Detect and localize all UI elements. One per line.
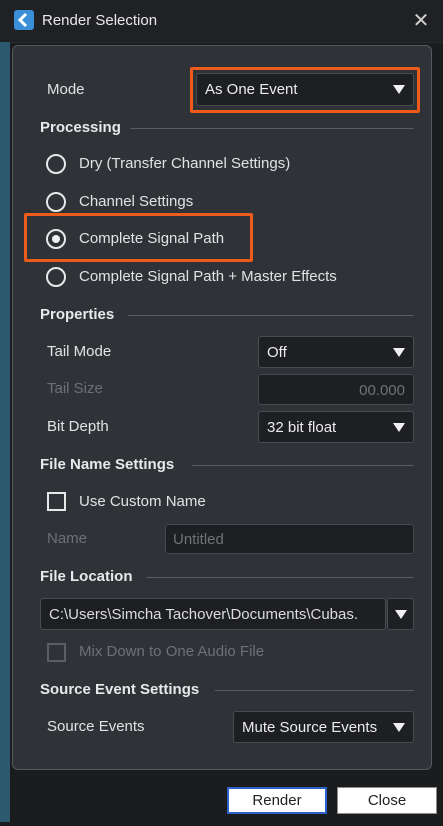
bit-depth-dropdown[interactable]: 32 bit float: [258, 411, 414, 443]
source-events-dropdown[interactable]: Mute Source Events: [233, 711, 414, 743]
close-button[interactable]: Close: [337, 787, 437, 814]
radio-master-effects-label: Complete Signal Path + Master Effects: [79, 268, 337, 285]
use-custom-name-label: Use Custom Name: [79, 493, 206, 510]
mode-dropdown[interactable]: As One Event: [196, 73, 414, 106]
background-strip: [0, 42, 10, 822]
tail-size-field[interactable]: 00.000: [258, 374, 414, 405]
mix-down-checkbox[interactable]: [47, 643, 66, 662]
radio-complete-signal-path-label: Complete Signal Path: [79, 230, 225, 247]
radio-selected-dot: [52, 235, 60, 243]
file-name-heading: File Name Settings: [40, 456, 175, 473]
cubase-app-icon: [14, 10, 34, 30]
radio-master-effects[interactable]: [46, 267, 66, 287]
chevron-down-icon: [393, 423, 405, 432]
radio-complete-signal-path[interactable]: [46, 229, 66, 249]
chevron-down-icon: [395, 610, 407, 619]
source-events-value: Mute Source Events: [242, 719, 378, 736]
radio-channel-settings[interactable]: [46, 192, 66, 212]
divider: [130, 128, 414, 129]
tail-size-value: 00.000: [359, 382, 405, 399]
source-heading: Source Event Settings: [40, 681, 200, 698]
window-title: Render Selection: [42, 12, 158, 29]
mode-label: Mode: [47, 81, 85, 98]
radio-channel-settings-label: Channel Settings: [79, 193, 194, 210]
chevron-down-icon: [393, 348, 405, 357]
close-icon[interactable]: ✕: [409, 9, 433, 33]
tail-mode-label: Tail Mode: [47, 343, 112, 360]
tail-size-label: Tail Size: [47, 380, 103, 397]
tail-mode-dropdown[interactable]: Off: [258, 336, 414, 368]
name-placeholder: Untitled: [173, 531, 224, 548]
dialog-panel: [12, 45, 432, 770]
mix-down-label: Mix Down to One Audio File: [79, 643, 265, 660]
use-custom-name-checkbox[interactable]: [47, 492, 66, 511]
tail-mode-value: Off: [267, 344, 287, 361]
file-location-dropdown-button[interactable]: [387, 598, 414, 630]
divider: [192, 465, 414, 466]
file-location-heading: File Location: [40, 568, 133, 585]
name-label: Name: [47, 530, 88, 547]
chevron-down-icon: [393, 85, 405, 94]
chevron-down-icon: [393, 723, 405, 732]
file-location-path[interactable]: C:\Users\Simcha Tachover\Documents\Cubas…: [40, 598, 386, 630]
divider: [128, 315, 414, 316]
title-bar: Render Selection ✕: [0, 0, 443, 43]
bit-depth-value: 32 bit float: [267, 419, 337, 436]
radio-dry-label: Dry (Transfer Channel Settings): [79, 155, 291, 172]
render-button[interactable]: Render: [227, 787, 327, 814]
name-input[interactable]: Untitled: [165, 524, 414, 554]
bit-depth-label: Bit Depth: [47, 418, 109, 435]
file-location-value: C:\Users\Simcha Tachover\Documents\Cubas…: [49, 606, 359, 623]
source-events-label: Source Events: [47, 718, 145, 735]
processing-heading: Processing: [40, 119, 121, 136]
properties-heading: Properties: [40, 306, 115, 323]
radio-dry[interactable]: [46, 154, 66, 174]
mode-value: As One Event: [205, 81, 298, 98]
divider: [215, 690, 414, 691]
divider: [146, 577, 414, 578]
